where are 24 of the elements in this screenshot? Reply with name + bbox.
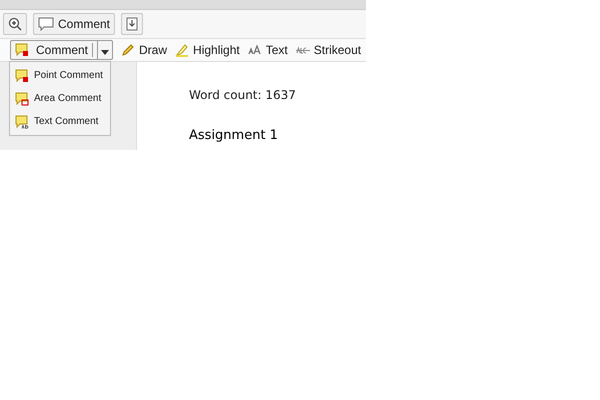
menu-item[interactable]: Area Comment bbox=[10, 87, 110, 110]
menu-item[interactable]: Point Comment bbox=[10, 64, 110, 87]
document-heading: Assignment 1 bbox=[189, 128, 279, 143]
zoom-in-button[interactable] bbox=[3, 13, 27, 35]
zoom-in-icon bbox=[8, 17, 22, 31]
text-size-icon bbox=[248, 45, 262, 55]
strikeout-tool-button[interactable]: Strikeout bbox=[296, 43, 362, 57]
comment-button[interactable]: Comment bbox=[33, 13, 116, 35]
menu-item[interactable]: Text Comment bbox=[10, 110, 110, 133]
draw-tool-button[interactable]: Draw bbox=[121, 43, 168, 57]
download-button[interactable] bbox=[121, 13, 144, 35]
caret-icon bbox=[101, 50, 110, 54]
comment-note-icon bbox=[15, 114, 29, 128]
word-count: Word count: 1637 bbox=[189, 88, 297, 102]
speech-bubble-icon bbox=[38, 17, 54, 31]
pencil-icon bbox=[121, 43, 136, 57]
comment-note-icon bbox=[15, 43, 29, 57]
strikeout-icon bbox=[296, 46, 310, 54]
comment-note-icon bbox=[15, 92, 29, 106]
text-tool-button[interactable]: Text bbox=[248, 43, 288, 57]
highlight-tool-button[interactable]: Highlight bbox=[175, 43, 240, 57]
comment-note-icon bbox=[15, 68, 29, 82]
highlighter-icon bbox=[175, 43, 190, 57]
download-icon bbox=[126, 17, 138, 31]
